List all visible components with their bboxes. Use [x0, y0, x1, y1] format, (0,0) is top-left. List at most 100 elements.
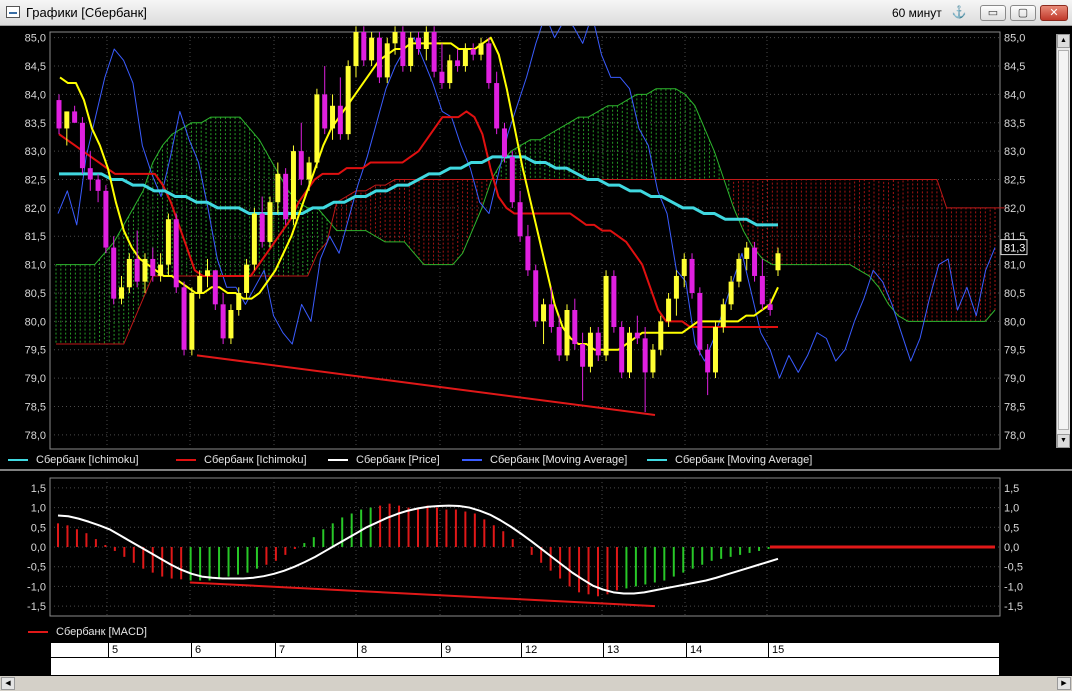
charts-svg: 85,0 85,0 84,5 84,5 84,0 84,0 83,5 83,5 83,0 83,0…: [0, 26, 1072, 617]
y-tick-label-right: 85,0: [1004, 33, 1025, 45]
candle-body: [314, 94, 320, 163]
y-tick-label-right: 79,5: [1004, 345, 1025, 357]
legend-swatch: [28, 631, 48, 634]
y-tick-label-right: 0,0: [1004, 542, 1019, 554]
candle-body: [87, 168, 93, 180]
y-tick-label-left: 1,5: [31, 483, 46, 495]
candle-body: [447, 60, 453, 84]
price-plot-frame: [49, 31, 1001, 450]
date-tick-label: 14: [686, 643, 702, 658]
candle-body: [759, 275, 765, 305]
minimize-button[interactable]: ▭: [980, 5, 1006, 21]
horizontal-scrollbar[interactable]: ◀ ▶: [0, 676, 1072, 691]
y-tick-label-left: 0,5: [31, 522, 46, 534]
candle-body: [142, 258, 148, 282]
legend-swatch: [647, 459, 667, 462]
candle-body: [611, 275, 617, 328]
candle-body: [525, 236, 531, 271]
legend-item: Сбербанк [Ichimoku]: [176, 454, 307, 466]
price-pane: 85,0 85,0 84,5 84,5 84,0 84,0 83,5 83,5 83,0 83,0…: [0, 26, 1072, 471]
y-tick-label-left: 79,5: [25, 345, 46, 357]
legend-item: Сбербанк [Moving Average]: [647, 454, 812, 466]
legend-swatch: [176, 459, 196, 462]
candle-body: [416, 37, 421, 50]
candle-body: [111, 247, 117, 299]
scroll-right-arrow-icon[interactable]: ▶: [1057, 677, 1071, 690]
date-axis: 5 6 7 8 9 12 13 14 15: [50, 642, 1000, 676]
anchor-icon[interactable]: ⚓: [948, 4, 970, 20]
y-tick-label-left: 78,0: [25, 430, 46, 442]
candle-body: [384, 43, 390, 78]
y-tick-label-right: 80,0: [1004, 316, 1025, 328]
date-tick-label: 12: [521, 643, 537, 658]
candle-body: [627, 332, 633, 373]
y-tick-label-right: 78,5: [1004, 401, 1025, 413]
legend-item: Сбербанк [Ichimoku]: [8, 454, 139, 466]
candle-body: [267, 202, 273, 242]
date-tick-label: 13: [603, 643, 619, 658]
y-tick-label-right: 84,0: [1004, 89, 1025, 101]
candle-body: [181, 287, 187, 350]
y-tick-label-right: 80,5: [1004, 288, 1025, 300]
vertical-scrollbar[interactable]: ▲ ▼: [1056, 34, 1070, 448]
y-tick-label-right: 1,5: [1004, 483, 1019, 495]
candle-body: [650, 349, 656, 373]
legend-swatch: [8, 459, 28, 462]
window-titlebar: Графики [Сбербанк] 60 минут ⚓ ▭ ▢ ✕: [0, 0, 1072, 26]
legend-label: Сбербанк [Price]: [356, 454, 440, 466]
maximize-button[interactable]: ▢: [1010, 5, 1036, 21]
y-tick-label-right: 82,0: [1004, 203, 1025, 215]
y-tick-label-left: 83,5: [25, 118, 46, 130]
scroll-down-arrow-icon[interactable]: ▼: [1057, 434, 1070, 448]
y-tick-label-left: 81,0: [25, 260, 46, 272]
candle-body: [517, 202, 523, 237]
y-tick-label-left: 80,5: [25, 288, 46, 300]
candle-body: [712, 327, 718, 373]
y-tick-label-left: 1,0: [31, 503, 46, 515]
candle-body: [595, 332, 601, 356]
y-tick-label-left: 85,0: [25, 33, 46, 45]
date-tick-label: 8: [357, 643, 367, 658]
candle-body: [353, 32, 359, 67]
candle-body: [392, 32, 398, 44]
scroll-left-arrow-icon[interactable]: ◀: [1, 677, 15, 690]
y-tick-label-left: 82,5: [25, 175, 46, 187]
legend-item: Сбербанк [Price]: [328, 454, 440, 466]
macd-pane: 1,5 1,5 1,0 1,0 0,5 0,5 0,0 0,0 -0,5 -0,5 -1,0 -1,0…: [27, 477, 1023, 617]
close-button[interactable]: ✕: [1040, 5, 1068, 21]
window-title: Графики [Сбербанк]: [26, 5, 147, 20]
y-tick-label-right: 84,5: [1004, 61, 1025, 73]
candle-body: [455, 60, 461, 67]
candle-body: [322, 94, 328, 129]
candle-body: [548, 304, 554, 328]
candle-body: [752, 247, 758, 276]
candle-body: [361, 32, 367, 61]
y-tick-label-right: -1,5: [1004, 601, 1023, 613]
interval-selector[interactable]: 60 минут: [892, 6, 942, 20]
candle-body: [126, 258, 132, 288]
candle-body: [134, 258, 140, 282]
date-tick-label: 7: [275, 643, 285, 658]
y-tick-label-left: 83,0: [25, 146, 46, 158]
candle-body: [478, 43, 484, 55]
y-tick-label-left: 80,0: [25, 316, 46, 328]
y-tick-label-right: 78,0: [1004, 430, 1025, 442]
y-tick-label-right: 83,0: [1004, 146, 1025, 158]
candle-body: [212, 270, 218, 305]
date-tick-label: 15: [768, 643, 784, 658]
scroll-thumb[interactable]: [1058, 50, 1069, 430]
candle-body: [736, 258, 742, 282]
candle-body: [470, 49, 476, 55]
candle-body: [728, 281, 734, 305]
y-tick-label-right: 83,5: [1004, 118, 1025, 130]
candle-body: [400, 32, 406, 67]
candle-body: [72, 111, 78, 123]
candle-body: [244, 264, 250, 293]
y-tick-label-right: 81,0: [1004, 260, 1025, 272]
scroll-up-arrow-icon[interactable]: ▲: [1057, 34, 1070, 48]
legend-label: Сбербанк [Ichimoku]: [36, 454, 139, 466]
legend-swatch: [328, 459, 348, 462]
y-tick-label-left: 79,0: [25, 373, 46, 385]
candle-body: [439, 71, 445, 84]
candle-body: [376, 37, 382, 78]
